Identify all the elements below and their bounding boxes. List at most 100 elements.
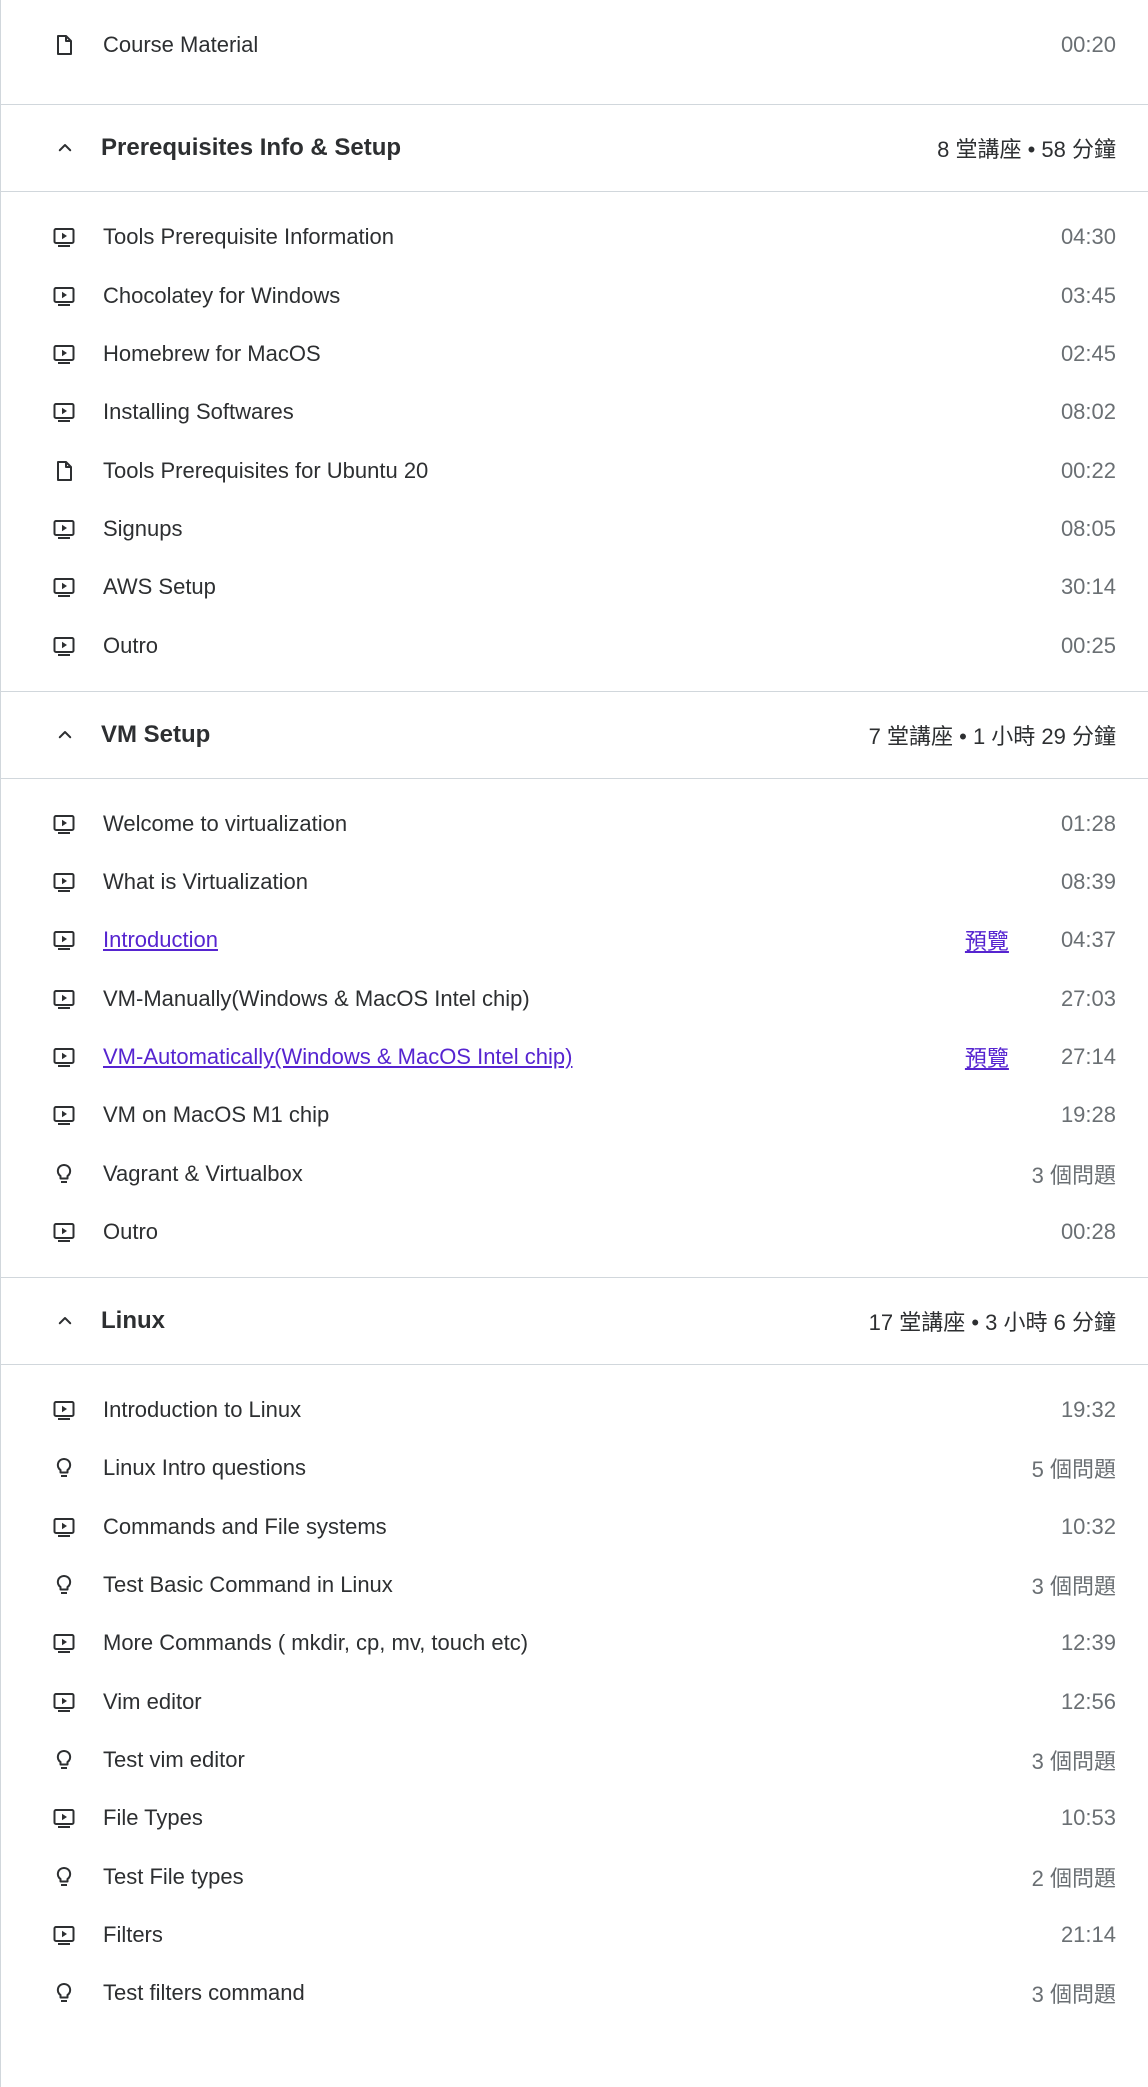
lecture-duration: 10:32 <box>1060 1513 1116 1539</box>
lecture-title: Outro <box>103 632 159 658</box>
lecture-list: Tools Prerequisite Information 04:30 Choc… <box>1 192 1148 690</box>
video-icon <box>51 633 77 659</box>
lecture-item: File Types 10:53 <box>1 1789 1148 1847</box>
lecture-item: Chocolatey for Windows 03:45 <box>1 267 1148 325</box>
video-icon <box>51 1102 77 1128</box>
lecture-duration: 5 個問題 <box>1031 1457 1116 1483</box>
lecture-duration: 19:32 <box>1060 1397 1116 1423</box>
lecture-item: Linux Intro questions 5 個問題 <box>1 1439 1148 1497</box>
course-curriculum: Course Material 00:20 Prerequisites Info … <box>0 0 1148 2087</box>
preview-link[interactable]: 預覽 <box>965 924 1009 956</box>
lecture-item: Vagrant & Virtualbox 3 個問題 <box>1 1144 1148 1202</box>
lecture-item[interactable]: VM-Automatically(Windows & MacOS Intel c… <box>1 1028 1148 1086</box>
section-title: Prerequisites Info & Setup <box>101 134 402 162</box>
lecture-item: Tools Prerequisites for Ubuntu 20 00:22 <box>1 441 1148 499</box>
quiz-icon <box>51 1864 77 1890</box>
lecture-title: VM on MacOS M1 chip <box>103 1102 330 1128</box>
lecture-item: Test filters command 3 個問題 <box>1 1964 1148 2022</box>
lecture-item: Filters 21:14 <box>1 1906 1148 1964</box>
lecture-duration: 00:28 <box>1060 1218 1116 1244</box>
lecture-duration: 2 個問題 <box>1031 1865 1116 1891</box>
video-icon <box>51 574 77 600</box>
lecture-title: Chocolatey for Windows <box>103 282 341 308</box>
lecture-duration: 00:20 <box>1060 32 1116 58</box>
video-icon <box>51 341 77 367</box>
lecture-item: More Commands ( mkdir, cp, mv, touch etc… <box>1 1614 1148 1672</box>
lecture-title: Test vim editor <box>103 1746 245 1772</box>
lecture-title: Tools Prerequisites for Ubuntu 20 <box>103 457 429 483</box>
lecture-title: Homebrew for MacOS <box>103 341 321 367</box>
lecture-duration: 08:02 <box>1060 399 1116 425</box>
lecture-duration: 30:14 <box>1060 574 1116 600</box>
lecture-item: Introduction to Linux 19:32 <box>1 1381 1148 1439</box>
section-title: Linux <box>101 1307 165 1335</box>
chevron-up-icon[interactable] <box>53 723 77 747</box>
lecture-list: Introduction to Linux 19:32 Linux Intro q… <box>1 1365 1148 2038</box>
preview-link[interactable]: 預覽 <box>965 1041 1009 1073</box>
lecture-duration: 01:28 <box>1060 810 1116 836</box>
chevron-up-icon[interactable] <box>53 136 77 160</box>
section-summary: 17 堂講座 • 3 小時 6 分鐘 <box>868 1310 1116 1336</box>
lecture-duration: 00:25 <box>1060 632 1116 658</box>
video-icon <box>51 811 77 837</box>
section-header[interactable]: Linux 17 堂講座 • 3 小時 6 分鐘 <box>1 1277 1148 1366</box>
lecture-title: Tools Prerequisite Information <box>103 224 395 250</box>
lecture-title: Vim editor <box>103 1688 202 1714</box>
lecture-title: What is Virtualization <box>103 869 309 895</box>
lecture-item: AWS Setup 30:14 <box>1 558 1148 616</box>
video-icon <box>51 869 77 895</box>
lecture-title-link[interactable]: Introduction <box>103 927 965 953</box>
lecture-item: Tools Prerequisite Information 04:30 <box>1 208 1148 266</box>
lecture-duration: 04:30 <box>1060 224 1116 250</box>
lecture-title-link[interactable]: VM-Automatically(Windows & MacOS Intel c… <box>103 1044 965 1070</box>
lecture-duration: 04:37 <box>1060 927 1116 953</box>
lecture-item: VM-Manually(Windows & MacOS Intel chip) 2… <box>1 970 1148 1028</box>
video-icon <box>51 1805 77 1831</box>
video-icon <box>51 1514 77 1540</box>
video-icon <box>51 283 77 309</box>
quiz-icon <box>51 1455 77 1481</box>
lecture-title: Welcome to virtualization <box>103 810 348 836</box>
lecture-item: Test vim editor 3 個問題 <box>1 1731 1148 1789</box>
section-summary: 8 堂講座 • 58 分鐘 <box>937 137 1116 163</box>
lecture-title: Linux Intro questions <box>103 1455 307 1481</box>
video-icon <box>51 1922 77 1948</box>
video-icon <box>51 927 77 953</box>
file-icon <box>51 32 77 58</box>
lecture-duration: 19:28 <box>1060 1102 1116 1128</box>
video-icon <box>51 516 77 542</box>
lecture-title: Test Basic Command in Linux <box>103 1572 393 1598</box>
lecture-title: Test filters command <box>103 1980 305 2006</box>
lecture-item[interactable]: Introduction 預覽 04:37 <box>1 911 1148 969</box>
lecture-item: Test File types 2 個問題 <box>1 1847 1148 1905</box>
lecture-list: Welcome to virtualization 01:28 What is V… <box>1 779 1148 1277</box>
lecture-item: Course Material 00:20 <box>1 16 1148 74</box>
lecture-item: Outro 00:25 <box>1 616 1148 674</box>
video-icon <box>51 399 77 425</box>
lecture-title: Test File types <box>103 1863 244 1889</box>
lecture-item: VM on MacOS M1 chip 19:28 <box>1 1086 1148 1144</box>
lecture-duration: 27:03 <box>1060 985 1116 1011</box>
lecture-duration: 12:39 <box>1060 1630 1116 1656</box>
lecture-duration: 08:39 <box>1060 869 1116 895</box>
lecture-item: Signups 08:05 <box>1 500 1148 558</box>
lecture-title: Introduction to Linux <box>103 1397 302 1423</box>
video-icon <box>51 1689 77 1715</box>
lecture-item: Vim editor 12:56 <box>1 1673 1148 1731</box>
lecture-item: Test Basic Command in Linux 3 個問題 <box>1 1556 1148 1614</box>
lecture-duration: 3 個問題 <box>1031 1574 1116 1600</box>
lecture-list: Course Material 00:20 <box>1 0 1148 104</box>
lecture-duration: 10:53 <box>1060 1805 1116 1831</box>
section-header[interactable]: VM Setup 7 堂講座 • 1 小時 29 分鐘 <box>1 690 1148 779</box>
video-icon <box>51 224 77 250</box>
lecture-title: Outro <box>103 1218 159 1244</box>
lecture-title: Installing Softwares <box>103 399 294 425</box>
chevron-up-icon[interactable] <box>53 1309 77 1333</box>
section-header[interactable]: Prerequisites Info & Setup 8 堂講座 • 58 分鐘 <box>1 104 1148 193</box>
lecture-title: Vagrant & Virtualbox <box>103 1160 303 1186</box>
lecture-duration: 3 個問題 <box>1031 1748 1116 1774</box>
lecture-duration: 02:45 <box>1060 341 1116 367</box>
lecture-duration: 00:22 <box>1060 457 1116 483</box>
lecture-item: Homebrew for MacOS 02:45 <box>1 325 1148 383</box>
quiz-icon <box>51 1747 77 1773</box>
